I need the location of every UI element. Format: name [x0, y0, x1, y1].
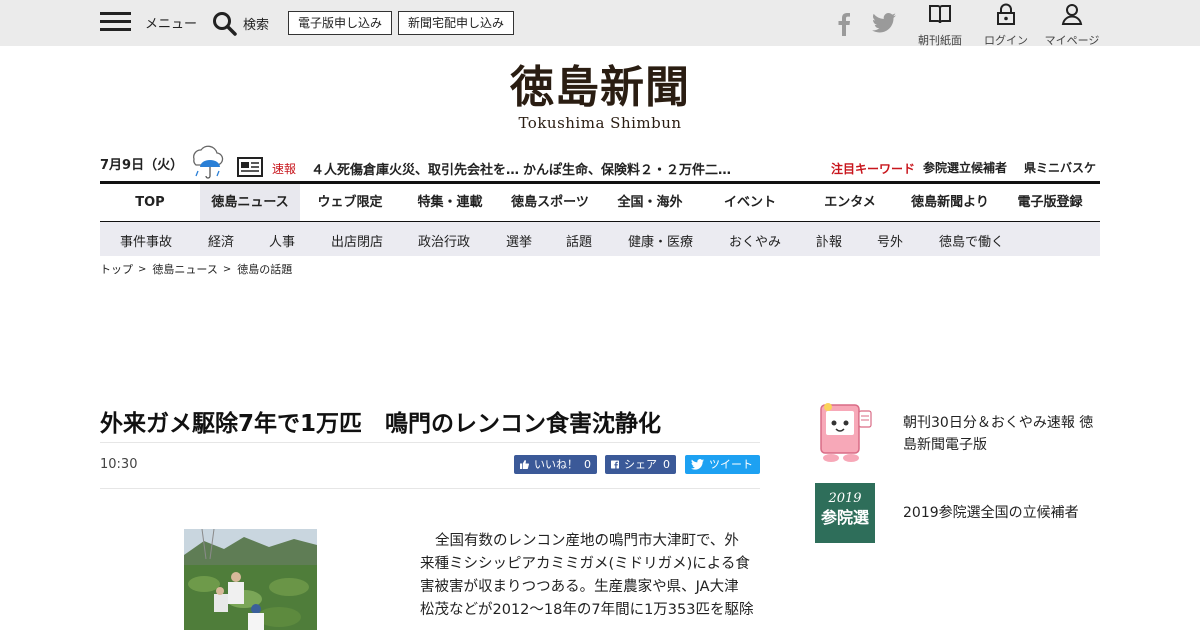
subnav-item[interactable]: 人事	[269, 231, 295, 250]
ticker-headline[interactable]: ４人死傷倉庫火災、取引先会社を…	[311, 159, 519, 178]
chevron-right-icon: >	[138, 263, 147, 275]
share-count: 0	[663, 458, 670, 471]
tweet-label: ツイート	[709, 458, 753, 471]
divider	[100, 442, 760, 443]
facebook-icon	[611, 460, 619, 469]
subnav-item[interactable]: 選挙	[506, 231, 532, 250]
breaking-label: 速報	[272, 162, 297, 176]
nav-tab-events[interactable]: イベント	[700, 184, 800, 221]
nav-tab-tokushima-news[interactable]: 徳島ニュース	[200, 184, 300, 221]
umbrella-rain-icon	[186, 143, 226, 183]
election-thumb-name: 参院選	[820, 508, 869, 527]
breadcrumb: トップ > 徳島ニュース > 徳島の話題	[100, 261, 292, 277]
election-thumb-year: 2019	[828, 491, 862, 506]
nav-tab-national[interactable]: 全国・海外	[600, 184, 700, 221]
article-headline: 外来ガメ駆除7年で1万匹 鳴門のレンコン食害沈静化	[100, 411, 662, 437]
morning-paper-label: 朝刊紙面	[918, 34, 962, 47]
article-body-line: 全国有数のレンコン産地の鳴門市大津町で、外	[435, 533, 739, 549]
newspaper-icon	[237, 157, 263, 181]
login-link[interactable]: ログイン	[974, 3, 1038, 48]
keyword-link[interactable]: 県ミニバスケ	[1024, 159, 1100, 176]
menu-label: メニュー	[145, 16, 198, 32]
subnav-item[interactable]: 政治行政	[418, 231, 470, 250]
login-label: ログイン	[984, 34, 1028, 47]
sidebar-link-text: 2019参院選全国の立候補者	[903, 505, 1079, 521]
nav-tab-sports[interactable]: 徳島スポーツ	[500, 184, 600, 221]
keyword-link[interactable]: 参院選立候補者	[923, 159, 1007, 176]
twitter-icon	[691, 459, 704, 470]
tweet-button[interactable]: ツイート	[685, 455, 760, 474]
keyword-label: 注目キーワード	[831, 162, 916, 176]
lock-icon	[997, 3, 1015, 25]
like-count: 0	[584, 458, 591, 471]
breadcrumb-link[interactable]: トップ	[100, 261, 133, 277]
site-logo[interactable]: 徳島新聞 Tokushima Shimbun	[500, 62, 700, 133]
facebook-share-button[interactable]: シェア 0	[605, 455, 676, 474]
twitter-icon[interactable]	[872, 12, 896, 38]
open-book-icon	[929, 5, 951, 24]
digital-subscribe-button[interactable]: 電子版申し込み	[288, 11, 393, 35]
subnav-item[interactable]: 話題	[566, 231, 592, 250]
subnav-item[interactable]: 徳島で働く	[939, 231, 1004, 250]
logo-kanji: 徳島新聞	[510, 62, 690, 113]
top-utility-bar: メニュー 検索 電子版申し込み 新聞宅配申し込み 朝刊紙面 ログイン マイページ	[0, 0, 1200, 48]
subnav-item[interactable]: 健康・医療	[628, 231, 693, 250]
logo-roman: Tokushima Shimbun	[518, 114, 682, 132]
ticker-headline[interactable]: かんぽ生命、保険料２・２万件二…	[523, 159, 731, 178]
subnav-item[interactable]: おくやみ	[729, 231, 781, 250]
subnav-item[interactable]: 訃報	[816, 231, 842, 250]
mypage-label: マイページ	[1044, 34, 1100, 47]
nav-tab-digital-register[interactable]: 電子版登録	[1000, 184, 1100, 221]
thumbs-up-icon	[520, 460, 529, 469]
user-icon	[1061, 4, 1083, 25]
article-body-line: 松茂などが2012～18年の7年間に1万353匹を駆除	[420, 602, 754, 618]
nav-tab-top[interactable]: TOP	[100, 184, 200, 221]
sub-nav: 事件事故 経済 人事 出店閉店 政治行政 選挙 話題 健康・医療 おくやみ 訃報…	[100, 222, 1100, 256]
nav-tab-features[interactable]: 特集・連載	[400, 184, 500, 221]
breadcrumb-link[interactable]: 徳島ニュース	[152, 261, 217, 277]
subnav-item[interactable]: 出店閉店	[331, 231, 383, 250]
current-date: 7月9日（火）	[100, 158, 184, 173]
nav-tab-entertainment[interactable]: エンタメ	[800, 184, 900, 221]
article-body: 全国有数のレンコン産地の鳴門市大津町で、外 来種ミシシッピアカミミガメ(ミドリガ…	[420, 530, 762, 622]
subnav-item[interactable]: 号外	[877, 231, 903, 250]
morning-paper-link[interactable]: 朝刊紙面	[908, 3, 972, 48]
search-button[interactable]: 検索	[212, 11, 269, 36]
mypage-link[interactable]: マイページ	[1040, 3, 1104, 48]
search-label: 検索	[243, 18, 270, 33]
article-photo[interactable]	[184, 529, 317, 630]
menu-button[interactable]: メニュー	[100, 10, 197, 34]
nav-tab-web-exclusive[interactable]: ウェブ限定	[300, 184, 400, 221]
article-body-line: 来種ミシシッピアカミミガメ(ミドリガメ)による食	[420, 556, 750, 572]
article-time: 10:30	[100, 457, 138, 472]
search-icon	[213, 12, 237, 36]
election-2019-thumbnail: 2019 参院選	[815, 483, 875, 543]
nav-tab-from-paper[interactable]: 徳島新聞より	[900, 184, 1000, 221]
share-label: シェア	[624, 458, 657, 471]
subnav-item[interactable]: 経済	[208, 231, 234, 250]
mascot-tablet-icon	[815, 403, 875, 463]
like-label: いいね！	[534, 458, 578, 471]
hamburger-icon	[100, 10, 131, 34]
main-nav: TOP 徳島ニュース ウェブ限定 特集・連載 徳島スポーツ 全国・海外 イベント…	[100, 181, 1100, 222]
article-body-line: 害被害が収まりつつある。生産農家や県、JA大津	[420, 579, 739, 595]
facebook-like-button[interactable]: いいね！ 0	[514, 455, 597, 474]
breadcrumb-current: 徳島の話題	[237, 263, 293, 276]
chevron-right-icon: >	[222, 263, 232, 275]
divider	[100, 488, 760, 489]
home-delivery-button[interactable]: 新聞宅配申し込み	[398, 11, 515, 35]
sidebar-link-text: 朝刊30日分＆おくやみ速報 徳島新聞電子版	[903, 415, 1094, 453]
facebook-icon[interactable]	[836, 12, 852, 40]
subnav-item[interactable]: 事件事故	[120, 231, 172, 250]
